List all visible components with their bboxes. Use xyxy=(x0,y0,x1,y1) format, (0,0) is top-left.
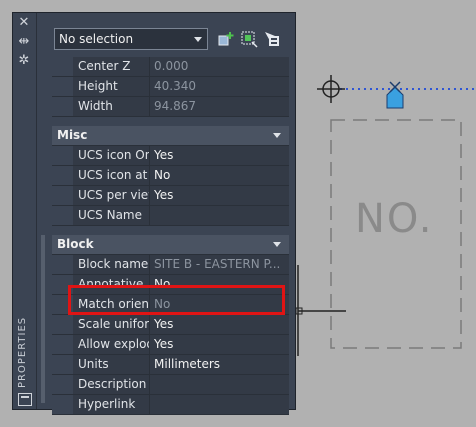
palette-title: PROPERTIES xyxy=(17,316,28,388)
property-name: Allow explodi... xyxy=(73,335,150,354)
category-title: Misc xyxy=(57,128,88,142)
property-row[interactable]: Block name SITE B - EASTERN P... xyxy=(52,255,289,275)
property-value: 40.340 xyxy=(150,77,289,96)
properties-grid: Center Z 0.000 Height 40.340 Width 94.867 M… xyxy=(52,57,289,415)
property-value[interactable]: Yes xyxy=(150,186,289,205)
property-row[interactable]: Description xyxy=(52,375,289,395)
property-name: UCS icon On xyxy=(73,146,150,165)
toggle-pickadd-icon[interactable] xyxy=(263,30,281,48)
property-value[interactable]: Millimeters xyxy=(150,355,289,374)
property-name: UCS Name xyxy=(73,206,150,225)
property-value[interactable]: Yes xyxy=(150,335,289,354)
pin-icon[interactable]: ⇹ xyxy=(17,35,31,49)
property-row[interactable]: UCS icon On Yes xyxy=(52,146,289,166)
property-name: Units xyxy=(73,355,150,374)
selection-value: No selection xyxy=(59,32,134,46)
properties-palette: ✕ ⇹ ✲ PROPERTIES No selection Center Z 0.… xyxy=(12,12,296,415)
close-icon[interactable]: ✕ xyxy=(17,16,31,30)
category-misc[interactable]: Misc xyxy=(52,126,289,146)
property-value[interactable]: No xyxy=(150,166,289,185)
chevron-down-icon xyxy=(194,37,202,42)
block-text: NO. xyxy=(355,196,434,242)
category-block[interactable]: Block xyxy=(52,235,289,255)
property-row[interactable]: UCS icon at o...No xyxy=(52,166,289,186)
scale-uniformly-highlight xyxy=(68,285,285,315)
selection-dropdown[interactable]: No selection xyxy=(54,28,208,50)
property-row[interactable]: Units Millimeters xyxy=(52,355,289,375)
select-objects-icon[interactable] xyxy=(240,30,258,48)
property-name: UCS icon at o... xyxy=(73,166,150,185)
property-value[interactable] xyxy=(150,375,289,394)
property-row[interactable]: Center Z 0.000 xyxy=(52,57,289,77)
property-value[interactable]: Yes xyxy=(150,146,289,165)
palette-body: No selection Center Z 0.000 Height 40.340 … xyxy=(37,13,295,415)
property-name: Hyperlink xyxy=(73,395,150,414)
property-value: 94.867 xyxy=(150,97,289,116)
quick-select-icon[interactable] xyxy=(217,30,235,48)
property-row[interactable]: Height 40.340 xyxy=(52,77,289,97)
property-value[interactable] xyxy=(150,395,289,414)
property-row[interactable]: Allow explodi...Yes xyxy=(52,335,289,355)
settings-icon[interactable]: ✲ xyxy=(17,54,31,68)
scrollbar[interactable] xyxy=(41,235,45,403)
property-row[interactable]: UCS Name xyxy=(52,206,289,226)
palette-titlebar[interactable]: ✕ ⇹ ✲ PROPERTIES xyxy=(13,13,37,409)
property-row[interactable]: Width 94.867 xyxy=(52,97,289,117)
property-name: Block name xyxy=(73,255,150,274)
collapse-icon[interactable] xyxy=(273,133,281,138)
property-name: Scale uniformly xyxy=(73,315,150,334)
property-value: 0.000 xyxy=(150,57,289,76)
property-name: Center Z xyxy=(73,57,150,76)
property-name: Height xyxy=(73,77,150,96)
palette-menu-icon[interactable] xyxy=(18,393,32,406)
property-name: UCS per view... xyxy=(73,186,150,205)
collapse-icon[interactable] xyxy=(273,242,281,247)
grip-icon[interactable] xyxy=(386,86,404,109)
property-value: SITE B - EASTERN P... xyxy=(150,255,289,274)
property-row-scale-uniformly[interactable]: Scale uniformlyYes xyxy=(52,315,289,335)
property-row[interactable]: Hyperlink xyxy=(52,395,289,415)
property-value[interactable]: Yes xyxy=(150,315,289,334)
property-row[interactable]: UCS per view...Yes xyxy=(52,186,289,206)
category-title: Block xyxy=(57,237,94,251)
property-name: Description xyxy=(73,375,150,394)
property-name: Width xyxy=(73,97,150,116)
property-value[interactable] xyxy=(150,206,289,225)
